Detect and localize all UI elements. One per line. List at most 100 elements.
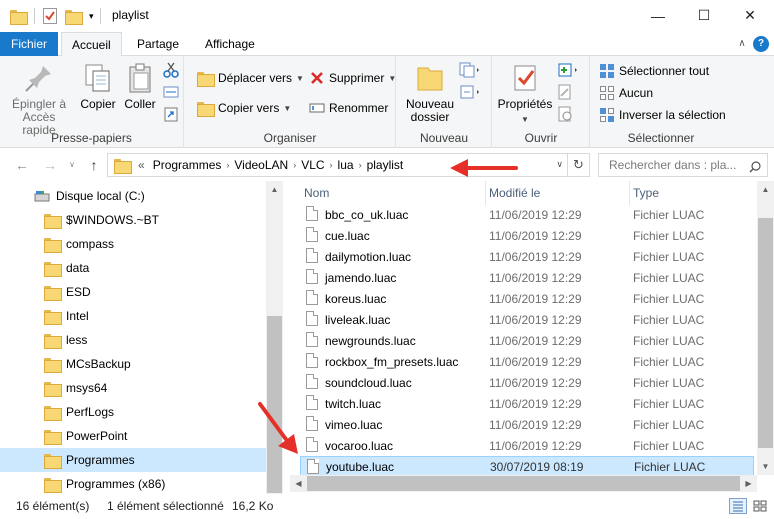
recent-locations-icon[interactable]: ∨ [62, 155, 82, 175]
properties-button[interactable]: Propriétés ▼ [497, 62, 553, 126]
nav-item-folder[interactable]: compass [0, 232, 266, 256]
tab-view[interactable]: Affichage [195, 32, 265, 56]
move-to-button[interactable]: Déplacer vers ▼ [197, 68, 304, 88]
nav-item-drive-c[interactable]: Disque local (C:) [0, 184, 266, 208]
scroll-left-icon[interactable]: ◀ [290, 475, 307, 492]
copy-button[interactable]: Copier [78, 62, 118, 111]
new-folder-icon[interactable] [65, 9, 83, 25]
column-header-name[interactable]: Nom [290, 181, 486, 205]
search-box[interactable]: Rechercher dans : pla... [598, 153, 768, 177]
file-type: Fichier LUAC [633, 396, 705, 411]
nav-item-folder[interactable]: Intel [0, 304, 266, 328]
column-header-type[interactable]: Type [630, 181, 757, 205]
scrollbar-thumb[interactable] [267, 316, 282, 493]
breadcrumb-programmes[interactable]: Programmes [149, 158, 226, 172]
delete-button[interactable]: Supprimer ▼ [309, 68, 396, 88]
rename-button[interactable]: Renommer [309, 98, 388, 118]
nav-item-label: MCsBackup [66, 357, 131, 371]
up-arrow-icon[interactable]: ↑ [84, 155, 104, 175]
search-icon [749, 158, 761, 173]
file-icon [306, 395, 318, 410]
breadcrumb-videolan[interactable]: VideoLAN [230, 158, 292, 172]
tab-home[interactable]: Accueil [61, 32, 122, 57]
nav-item-folder[interactable]: data [0, 256, 266, 280]
copy-to-button[interactable]: Copier vers ▼ [197, 98, 291, 118]
column-header-modified[interactable]: Modifié le [486, 181, 630, 205]
nav-item-folder[interactable]: Programmes [0, 448, 266, 472]
nav-item-folder[interactable]: msys64 [0, 376, 266, 400]
address-bar[interactable]: « Programmes › VideoLAN › VLC › lua › pl… [107, 153, 590, 177]
select-none-button[interactable]: Aucun [599, 83, 653, 103]
scroll-up-icon[interactable]: ▲ [266, 181, 283, 198]
nav-item-folder[interactable]: less [0, 328, 266, 352]
minimize-button[interactable]: — [635, 0, 681, 31]
file-row[interactable]: dailymotion.luac 11/06/2019 12:29 Fichier … [300, 246, 754, 267]
scrollbar-thumb[interactable] [758, 218, 773, 448]
horizontal-scrollbar[interactable]: ◀ ▶ [290, 475, 757, 492]
pin-quick-access-button[interactable]: Épingler à Accès rapide [6, 62, 72, 137]
scroll-down-icon[interactable]: ▼ [757, 458, 774, 475]
nav-item-folder[interactable]: PowerPoint [0, 424, 266, 448]
details-view-icon[interactable] [729, 498, 747, 514]
back-arrow-icon[interactable]: ← [12, 155, 32, 175]
paste-button[interactable]: Coller [122, 62, 158, 111]
address-dropdown-icon[interactable]: ∨ [556, 159, 563, 170]
file-name: youtube.luac [326, 459, 395, 474]
forward-arrow-icon[interactable]: → [40, 155, 60, 175]
file-row[interactable]: soundcloud.luac 11/06/2019 12:29 Fichier L… [300, 372, 754, 393]
help-icon[interactable]: ? [753, 36, 769, 52]
file-row[interactable]: jamendo.luac 11/06/2019 12:29 Fichier LUAC [300, 267, 754, 288]
file-row[interactable]: youtube.luac 30/07/2019 08:19 Fichier LUAC [300, 456, 754, 477]
tab-share[interactable]: Partage [127, 32, 189, 56]
nav-item-label: Intel [66, 309, 89, 323]
nav-item-folder[interactable]: ESD [0, 280, 266, 304]
nav-scrollbar[interactable]: ▲ [266, 181, 283, 494]
breadcrumb-playlist[interactable]: playlist [363, 158, 408, 172]
close-button[interactable]: ✕ [727, 0, 773, 31]
customize-toolbar-icon[interactable]: ▾ [89, 11, 94, 22]
maximize-button[interactable]: ☐ [681, 0, 727, 31]
new-item-icon[interactable] [459, 62, 481, 78]
search-input[interactable]: Rechercher dans : pla... [609, 158, 736, 172]
file-row[interactable]: bbc_co_uk.luac 11/06/2019 12:29 Fichier LU… [300, 204, 754, 225]
file-row[interactable]: vocaroo.luac 11/06/2019 12:29 Fichier LUAC [300, 435, 754, 456]
scrollbar-thumb[interactable] [307, 476, 740, 491]
drive-icon [34, 190, 50, 202]
invert-selection-icon [599, 107, 615, 123]
open-icon[interactable] [557, 62, 579, 78]
new-folder-button[interactable]: Nouveau dossier [403, 62, 457, 124]
breadcrumb-vlc[interactable]: VLC [297, 158, 328, 172]
breadcrumb-lua[interactable]: lua [334, 158, 358, 172]
edit-icon[interactable] [557, 84, 573, 100]
copy-path-icon[interactable] [163, 84, 179, 100]
easy-access-icon[interactable] [459, 84, 481, 100]
properties-check-icon[interactable] [43, 8, 57, 24]
file-row[interactable]: vimeo.luac 11/06/2019 12:29 Fichier LUAC [300, 414, 754, 435]
file-scrollbar[interactable]: ▲ ▼ [757, 181, 774, 475]
file-row[interactable]: liveleak.luac 11/06/2019 12:29 Fichier LUA… [300, 309, 754, 330]
nav-item-folder[interactable]: MCsBackup [0, 352, 266, 376]
nav-item-folder[interactable]: Programmes (x86) [0, 472, 266, 496]
scroll-right-icon[interactable]: ▶ [740, 475, 757, 492]
cut-icon[interactable] [163, 62, 179, 78]
nav-item-folder[interactable]: $WINDOWS.~BT [0, 208, 266, 232]
tab-file[interactable]: Fichier [0, 32, 58, 56]
refresh-icon[interactable]: ↻ [567, 154, 589, 176]
folder-icon [10, 9, 28, 25]
file-modified: 11/06/2019 12:29 [489, 312, 582, 327]
file-row[interactable]: twitch.luac 11/06/2019 12:29 Fichier LUAC [300, 393, 754, 414]
nav-item-label: PerfLogs [66, 405, 115, 419]
nav-item-folder[interactable]: PerfLogs [0, 400, 266, 424]
file-row[interactable]: koreus.luac 11/06/2019 12:29 Fichier LUAC [300, 288, 754, 309]
breadcrumb-overflow-icon[interactable]: « [134, 158, 149, 172]
file-row[interactable]: cue.luac 11/06/2019 12:29 Fichier LUAC [300, 225, 754, 246]
paste-shortcut-icon[interactable] [163, 106, 179, 122]
collapse-ribbon-icon[interactable]: ∧ [734, 36, 750, 52]
scroll-up-icon[interactable]: ▲ [757, 181, 774, 198]
large-icons-view-icon[interactable] [751, 498, 769, 514]
file-row[interactable]: newgrounds.luac 11/06/2019 12:29 Fichier L… [300, 330, 754, 351]
history-icon[interactable] [557, 106, 573, 122]
invert-selection-button[interactable]: Inverser la sélection [599, 105, 726, 125]
file-row[interactable]: rockbox_fm_presets.luac 11/06/2019 12:29 F… [300, 351, 754, 372]
select-all-button[interactable]: Sélectionner tout [599, 61, 709, 81]
